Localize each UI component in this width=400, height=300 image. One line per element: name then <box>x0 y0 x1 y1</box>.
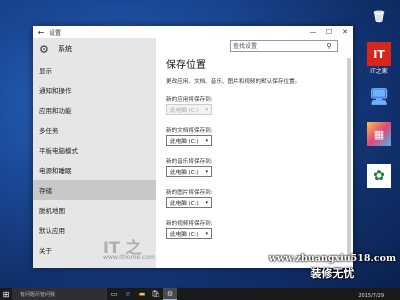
desktop-icon-label: IT之家 <box>370 68 388 75</box>
field-label: 新的视频将保存到: <box>166 221 213 227</box>
chevron-down-icon: ▾ <box>205 230 208 237</box>
search-input[interactable] <box>231 41 323 51</box>
site-watermark-url: www.zhuangxiu518.com <box>268 253 396 264</box>
photos-glyph: ▦ <box>367 122 391 146</box>
search-box[interactable]: ⚲ <box>230 40 338 52</box>
sidebar-item-apps[interactable]: 应用和功能 <box>33 100 156 120</box>
edge-browser-icon[interactable]: e <box>121 288 135 300</box>
sidebar-item-label: 电源和睡眠 <box>39 167 72 175</box>
title-bar: ← 设置 — ☐ ✕ <box>33 26 353 38</box>
taskbar-search-text: 有问题尽管问我 <box>20 291 56 298</box>
sidebar-item-label: 平板电脑模式 <box>39 147 78 155</box>
gear-icon: ⚙ <box>39 42 49 56</box>
maximize-button[interactable]: ☐ <box>321 26 337 38</box>
sidebar-item-label: 脱机地图 <box>39 207 65 215</box>
page-title: 保存位置 <box>166 60 206 71</box>
sidebar-item-display[interactable]: 显示 <box>33 60 156 80</box>
site-watermark: www.zhuangxiu518.com 装修无忧 <box>269 253 396 281</box>
recycle-bin-glyph: 🗑 <box>372 9 386 23</box>
dropdown-value: 此电脑 (C:) <box>170 138 199 145</box>
field-label: 新的音乐将保存到: <box>166 159 213 165</box>
dropdown-value: 此电脑 (C:) <box>170 200 199 207</box>
taskbar: ⊞ 有问题尽管问我 ▭ e ▬ 🛍 ⚙ 2015/7/29 <box>0 288 400 300</box>
pictures-location-dropdown[interactable]: 此电脑 (C:) ▾ <box>166 197 212 208</box>
site-watermark-name: 装修无忧 <box>310 267 355 280</box>
documents-location-field: 新的文档将保存到: 此电脑 (C:) ▾ <box>166 126 344 146</box>
chevron-down-icon: ▾ <box>205 106 208 113</box>
sidebar-item-power[interactable]: 电源和睡眠 <box>33 160 156 180</box>
minimize-button[interactable]: — <box>305 26 321 38</box>
page-description: 更改应用、文档、音乐、图片和视频的默认保存位置。 <box>166 79 301 85</box>
dropdown-value: 此电脑 (C:) <box>170 231 199 238</box>
field-label: 新的文档将保存到: <box>166 128 213 134</box>
taskbar-clock: 2015/7/29 <box>358 293 384 299</box>
sidebar-item-label: 存储 <box>39 187 52 195</box>
settings-taskbar-icon[interactable]: ⚙ <box>163 288 177 300</box>
sidebar-item-label: 多任务 <box>39 127 59 135</box>
ithome-app-icon[interactable]: IT IT之家 <box>360 42 398 75</box>
search-icon[interactable]: ⚲ <box>323 42 335 50</box>
ithome-glyph: IT <box>367 42 391 66</box>
field-label: 新的图片将保存到: <box>166 190 213 196</box>
main-content: 保存位置 更改应用、文档、音乐、图片和视频的默认保存位置。 新的应用将保存到: … <box>166 56 344 268</box>
file-explorer-icon[interactable]: ▬ <box>135 288 149 300</box>
dropdown-value: 此电脑 (C:) <box>170 107 199 114</box>
taskbar-search-box[interactable]: 有问题尽管问我 <box>12 288 107 300</box>
sidebar-item-label: 显示 <box>39 67 52 75</box>
photos-app-icon[interactable]: ▦ <box>360 122 398 148</box>
recycle-bin-icon[interactable]: 🗑 <box>360 4 398 30</box>
sidebar-header: ⚙ 系统 <box>33 38 156 60</box>
close-button[interactable]: ✕ <box>337 26 353 38</box>
apps-location-field: 新的应用将保存到: 此电脑 (C:) ▾ <box>166 95 344 115</box>
sidebar-item-label: 通知和操作 <box>39 87 72 95</box>
music-location-dropdown[interactable]: 此电脑 (C:) ▾ <box>166 166 212 177</box>
back-arrow-icon[interactable]: ← <box>33 28 49 37</box>
music-location-field: 新的音乐将保存到: 此电脑 (C:) ▾ <box>166 157 344 177</box>
window-title: 设置 <box>49 29 62 37</box>
store-icon[interactable]: 🛍 <box>149 288 163 300</box>
apps-location-dropdown: 此电脑 (C:) ▾ <box>166 104 212 115</box>
start-button[interactable]: ⊞ <box>0 288 12 300</box>
sidebar-header-label: 系统 <box>58 45 72 53</box>
videos-location-field: 新的视频将保存到: 此电脑 (C:) ▾ <box>166 219 344 239</box>
sidebar-item-label: 应用和功能 <box>39 107 72 115</box>
documents-location-dropdown[interactable]: 此电脑 (C:) ▾ <box>166 135 212 146</box>
field-label: 新的应用将保存到: <box>166 97 213 103</box>
computer-icon[interactable]: 🖥 <box>360 84 398 110</box>
chevron-down-icon: ▾ <box>205 168 208 175</box>
plant-glyph: ✿ <box>367 164 391 188</box>
videos-location-dropdown[interactable]: 此电脑 (C:) ▾ <box>166 228 212 239</box>
sidebar-item-label: 关于 <box>39 247 52 255</box>
pictures-location-field: 新的图片将保存到: 此电脑 (C:) ▾ <box>166 188 344 208</box>
scrollbar[interactable] <box>347 58 351 258</box>
settings-window: ← 设置 — ☐ ✕ ⚙ 系统 显示 通知和操作 应用和功能 多任务 平板电脑模… <box>33 26 353 268</box>
chevron-down-icon: ▾ <box>205 199 208 206</box>
sidebar-item-multitasking[interactable]: 多任务 <box>33 120 156 140</box>
task-view-icon[interactable]: ▭ <box>107 288 121 300</box>
sidebar-item-storage[interactable]: 存储 <box>33 180 156 200</box>
dropdown-value: 此电脑 (C:) <box>170 169 199 176</box>
sidebar-item-notifications[interactable]: 通知和操作 <box>33 80 156 100</box>
plant-app-icon[interactable]: ✿ <box>360 164 398 190</box>
computer-glyph: 🖥 <box>368 86 390 106</box>
sidebar-item-label: 默认应用 <box>39 227 65 235</box>
ithome-watermark-url: www.ithome.com <box>103 254 155 261</box>
chevron-down-icon: ▾ <box>205 137 208 144</box>
sidebar-item-tablet-mode[interactable]: 平板电脑模式 <box>33 140 156 160</box>
sidebar-item-offline-maps[interactable]: 脱机地图 <box>33 200 156 220</box>
